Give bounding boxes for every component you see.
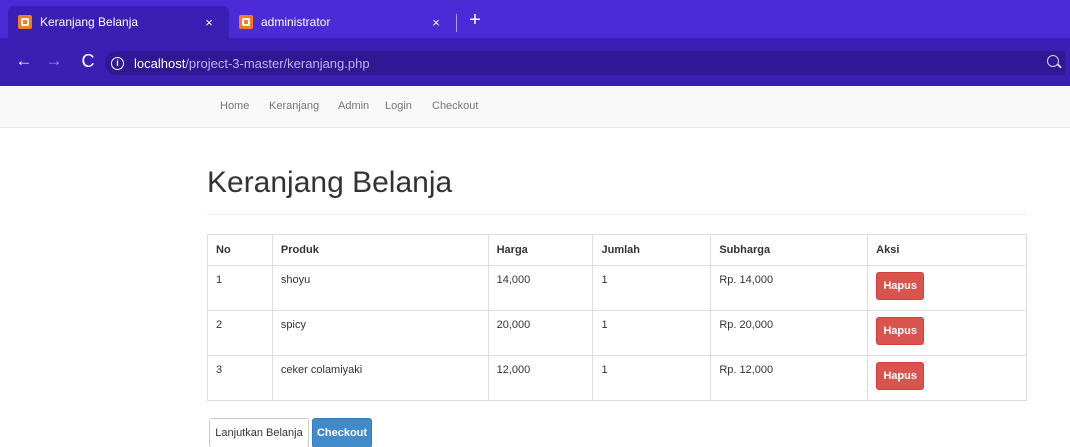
cell-jumlah: 1 (592, 355, 712, 401)
hapus-button[interactable]: Hapus (876, 362, 925, 390)
site-info-icon[interactable]: i (111, 56, 124, 70)
hapus-button[interactable]: Hapus (876, 317, 925, 345)
cell-subharga: Rp. 14,000 (710, 265, 869, 311)
back-arrow-icon[interactable]: ← (14, 51, 34, 71)
tab-close-icon[interactable]: × (201, 15, 217, 30)
nav-link-keranjang[interactable]: Keranjang (269, 100, 319, 112)
new-tab-plus-icon[interactable]: + (465, 8, 485, 32)
tab-administrator[interactable]: administrator × (229, 6, 456, 38)
url-text[interactable]: localhost/project-3-master/keranjang.php (134, 56, 370, 71)
table-header-row: No Produk Harga Jumlah Subharga Aksi (207, 234, 1027, 266)
cell-subharga: Rp. 12,000 (710, 355, 869, 401)
url-host: localhost (134, 55, 186, 71)
cell-harga: 14,000 (487, 265, 594, 311)
cell-produk: ceker colamiyaki (271, 355, 489, 401)
cell-harga: 20,000 (487, 310, 594, 356)
table-row: 1 shoyu 14,000 1 Rp. 14,000 Hapus (207, 265, 1027, 311)
cell-jumlah: 1 (592, 265, 712, 311)
page-title: Keranjang Belanja (207, 166, 453, 199)
tab-keranjang-belanja[interactable]: Keranjang Belanja × (8, 6, 229, 38)
cell-aksi: Hapus (867, 265, 1027, 311)
title-divider (207, 214, 1027, 215)
cell-jumlah: 1 (592, 310, 712, 356)
cell-no: 1 (207, 265, 273, 311)
nav-link-login[interactable]: Login (385, 100, 412, 112)
nav-link-checkout[interactable]: Checkout (432, 100, 478, 112)
url-path: /project-3-master/keranjang.php (185, 55, 370, 71)
cell-produk: shoyu (271, 265, 489, 311)
header-jumlah: Jumlah (592, 234, 712, 266)
tab-title: administrator (261, 15, 331, 29)
cell-no: 3 (207, 355, 273, 401)
tab-title: Keranjang Belanja (40, 15, 139, 29)
forward-arrow-icon[interactable]: → (44, 51, 64, 71)
header-produk: Produk (271, 234, 489, 266)
browser-toolbar: ← → C i localhost/project-3-master/keran… (0, 38, 1070, 86)
address-bar[interactable]: i localhost/project-3-master/keranjang.p… (105, 51, 1065, 75)
lanjutkan-belanja-button[interactable]: Lanjutkan Belanja (209, 418, 309, 447)
tab-close-icon[interactable]: × (428, 15, 444, 30)
reload-icon[interactable]: C (78, 51, 98, 71)
site-navbar: Home Keranjang Admin Login Checkout (0, 86, 1070, 128)
hapus-button[interactable]: Hapus (876, 272, 925, 300)
header-harga: Harga (487, 234, 594, 266)
cell-harga: 12,000 (487, 355, 594, 401)
header-no: No (207, 234, 273, 266)
table-row: 3 ceker colamiyaki 12,000 1 Rp. 12,000 H… (207, 355, 1027, 401)
checkout-button[interactable]: Checkout (312, 418, 372, 447)
xampp-favicon-icon (18, 15, 32, 29)
cell-subharga: Rp. 20,000 (710, 310, 869, 356)
nav-link-home[interactable]: Home (220, 100, 249, 112)
cell-no: 2 (207, 310, 273, 356)
zoom-magnifier-icon[interactable] (1047, 55, 1059, 67)
header-aksi: Aksi (867, 234, 1027, 266)
nav-link-admin[interactable]: Admin (338, 100, 369, 112)
cart-table: No Produk Harga Jumlah Subharga Aksi 1 s… (207, 234, 1027, 401)
cell-aksi: Hapus (867, 355, 1027, 401)
cell-aksi: Hapus (867, 310, 1027, 356)
table-row: 2 spicy 20,000 1 Rp. 20,000 Hapus (207, 310, 1027, 356)
xampp-favicon-icon (239, 15, 253, 29)
header-subharga: Subharga (710, 234, 869, 266)
tab-divider (456, 14, 457, 32)
cell-produk: spicy (271, 310, 489, 356)
browser-tab-bar: Keranjang Belanja × administrator × + (0, 0, 1070, 38)
